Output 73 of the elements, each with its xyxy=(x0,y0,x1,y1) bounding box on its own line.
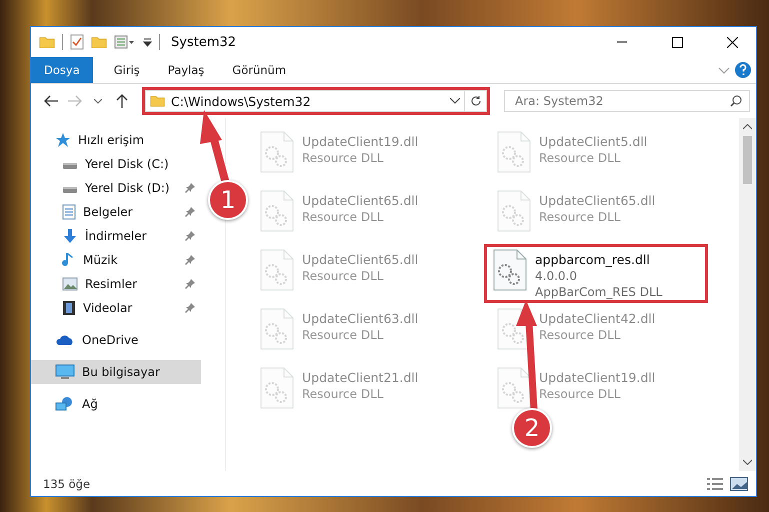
file-detail: Resource DLL xyxy=(539,209,622,225)
scrollbar-thumb[interactable] xyxy=(743,136,752,184)
up-arrow-icon xyxy=(116,94,128,108)
sidebar-item[interactable]: Belgeler xyxy=(31,200,201,224)
file-detail: Resource DLL xyxy=(302,209,384,225)
refresh-icon xyxy=(470,95,482,107)
ribbon-tab[interactable]: Görünüm xyxy=(219,57,300,83)
item-count: 135 öğe xyxy=(43,476,92,490)
right-arrow-icon xyxy=(68,95,82,107)
minimize-icon xyxy=(617,41,627,43)
chevron-down-icon xyxy=(94,98,102,104)
dll-file-icon xyxy=(260,308,294,350)
highlighted-file-item[interactable]: appbarcom_res.dll 4.0.0.0 AppBarCom_RES DLL xyxy=(484,244,708,303)
ribbon-tab[interactable]: Dosya xyxy=(31,57,93,83)
search-field[interactable]: Ara: System32 xyxy=(504,90,750,112)
file-detail: 4.0.0.0 xyxy=(535,268,578,284)
refresh-button[interactable] xyxy=(465,90,487,112)
sidebar-item[interactable]: Videolar xyxy=(31,296,201,320)
music-note-icon xyxy=(62,252,76,268)
sidebar-item[interactable]: Resimler xyxy=(31,272,201,296)
file-detail: Resource DLL xyxy=(302,386,384,402)
properties-dropdown-icon[interactable] xyxy=(114,35,136,49)
cloud-icon xyxy=(55,334,75,346)
file-name[interactable]: appbarcom_res.dll xyxy=(535,251,662,268)
checklist-icon xyxy=(70,34,84,50)
star-icon xyxy=(55,132,71,148)
scroll-down-icon[interactable] xyxy=(743,459,752,465)
file-detail: Resource DLL xyxy=(302,327,384,343)
left-arrow-icon xyxy=(44,95,58,107)
sidebar-item[interactable]: Bu bilgisayar xyxy=(31,360,201,384)
file-detail: Resource DLL xyxy=(539,327,622,343)
window-title: System32 xyxy=(171,34,238,50)
vertical-scrollbar[interactable] xyxy=(739,118,756,471)
document-icon xyxy=(62,204,76,220)
chevron-down-icon[interactable] xyxy=(450,98,460,104)
picture-icon xyxy=(62,277,78,291)
sidebar-item[interactable]: Müzik xyxy=(31,248,201,272)
down-arrow-icon xyxy=(62,228,78,244)
dll-file-icon xyxy=(493,249,527,291)
maximize-icon xyxy=(672,36,682,48)
search-icon xyxy=(730,95,742,107)
film-icon xyxy=(62,300,76,316)
sidebar-item[interactable]: Ağ xyxy=(31,392,201,416)
folder-icon xyxy=(150,95,165,107)
dll-file-icon xyxy=(497,367,531,409)
dll-file-icon xyxy=(497,190,531,232)
address-field[interactable]: C:\Windows\System32 xyxy=(145,90,465,112)
large-icons-view-icon[interactable] xyxy=(730,476,748,490)
details-view-icon[interactable] xyxy=(706,476,724,490)
dll-file-icon xyxy=(497,131,531,173)
file-detail: Resource DLL xyxy=(539,386,622,402)
dll-file-icon xyxy=(260,367,294,409)
ribbon-tab[interactable]: Giriş xyxy=(100,57,153,83)
monitor-icon xyxy=(55,364,75,380)
file-detail: Resource DLL xyxy=(302,150,384,166)
dropdown-caret-icon[interactable] xyxy=(143,38,152,46)
scroll-up-icon[interactable] xyxy=(743,124,752,130)
file-detail: Resource DLL xyxy=(539,150,622,166)
sidebar-item[interactable]: OneDrive xyxy=(31,328,201,352)
dll-file-icon xyxy=(260,131,294,173)
ribbon-tab[interactable]: Paylaş xyxy=(154,57,218,83)
dll-file-icon xyxy=(260,190,294,232)
file-detail: Resource DLL xyxy=(302,268,384,284)
sidebar-item[interactable]: Yerel Disk (C:) xyxy=(31,152,201,176)
folder-icon xyxy=(91,36,107,48)
globe-monitor-icon xyxy=(55,396,75,412)
sidebar-item[interactable]: Hızlı erişim xyxy=(31,128,201,152)
close-icon xyxy=(726,36,738,48)
dll-file-icon xyxy=(260,249,294,291)
folder-icon xyxy=(39,36,55,48)
sidebar-item[interactable]: İndirmeler xyxy=(31,224,201,248)
sidebar-item[interactable]: Yerel Disk (D:) xyxy=(31,176,201,200)
file-detail: AppBarCom_RES DLL xyxy=(535,284,662,300)
